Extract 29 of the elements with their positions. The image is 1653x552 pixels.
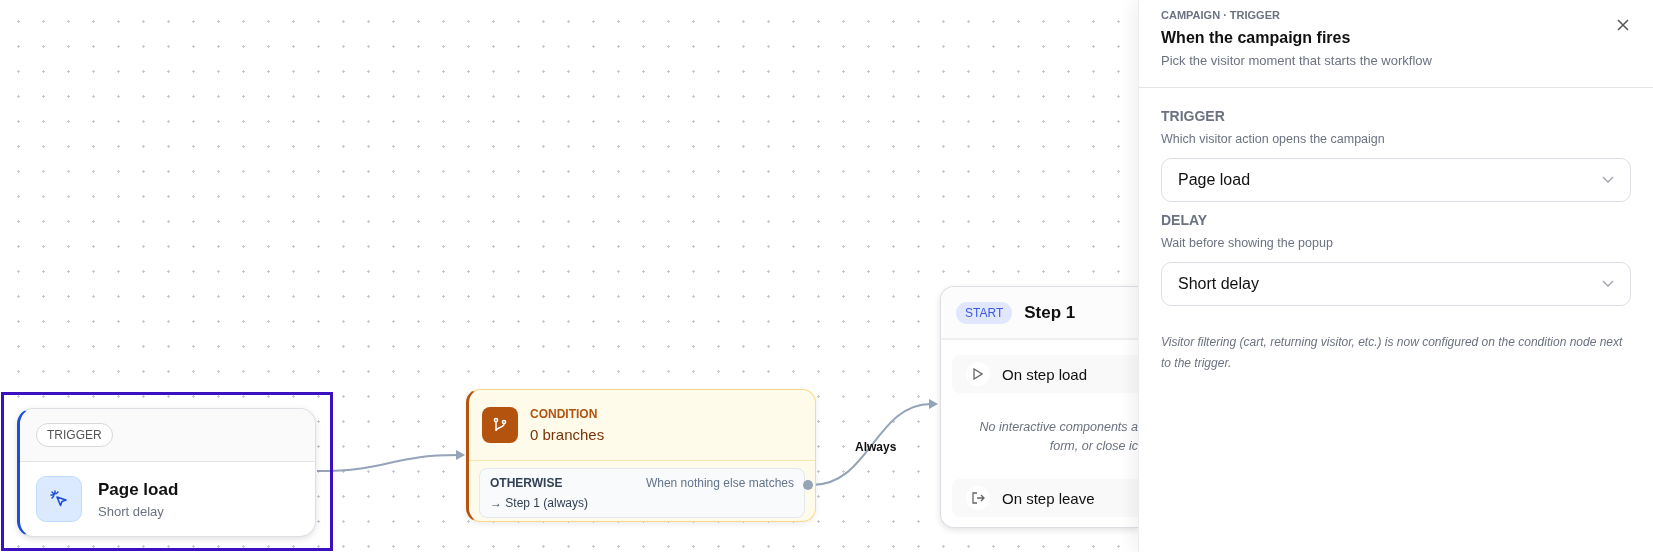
field-label: TRIGGER: [1161, 108, 1226, 124]
select-field[interactable]: Page load: [1161, 158, 1631, 202]
panel-subtitle: Pick the visitor moment that starts the workflow: [1161, 53, 1433, 68]
empty-step-note: form, or close ic: [1049, 438, 1138, 455]
trigger-node[interactable]: TRIGGER Page load Short delay: [17, 408, 316, 537]
edge-label: Always: [855, 440, 897, 454]
step-event-row[interactable]: On step leave: [952, 479, 1138, 517]
select-field[interactable]: Short delay: [1161, 262, 1631, 306]
node-title: 0 branches: [530, 426, 605, 443]
step-node[interactable]: START Step 1 On step load No interactive components a form, or close ic On step leave: [940, 286, 1138, 528]
step-event-row[interactable]: On step load: [952, 355, 1138, 393]
field-help: Wait before showing the popup: [1161, 236, 1334, 250]
branch-description: When nothing else matches: [645, 476, 794, 490]
field-label: DELAY: [1161, 212, 1209, 228]
branch-card[interactable]: OTHERWISE When nothing else matches → Step 1 (always): [479, 468, 805, 518]
panel-title: When the campaign fires: [1161, 29, 1352, 47]
branch-target: → Step 1 (always): [490, 496, 590, 510]
node-type-label: CONDITION: [530, 407, 599, 421]
node-subtitle: Short delay: [98, 503, 165, 519]
condition-node[interactable]: CONDITION 0 branches OTHERWISE When nothing else matches → Step 1 (always): [466, 389, 816, 522]
field-help: Which visitor action opens the campaign: [1161, 132, 1386, 146]
branch-label: OTHERWISE: [490, 476, 563, 490]
empty-step-note: No interactive components a: [979, 419, 1138, 436]
start-tag: START: [956, 301, 1013, 324]
node-title: Page load: [98, 479, 179, 500]
panel-note: Visitor filtering (cart, returning visitor, etc.) is now configured on the condition node next to the trigger.: [1161, 334, 1624, 372]
panel-breadcrumb: CAMPAIGN · TRIGGER: [1161, 9, 1281, 21]
node-title: Step 1: [1024, 302, 1076, 323]
node-type-tag: TRIGGER: [36, 423, 113, 447]
